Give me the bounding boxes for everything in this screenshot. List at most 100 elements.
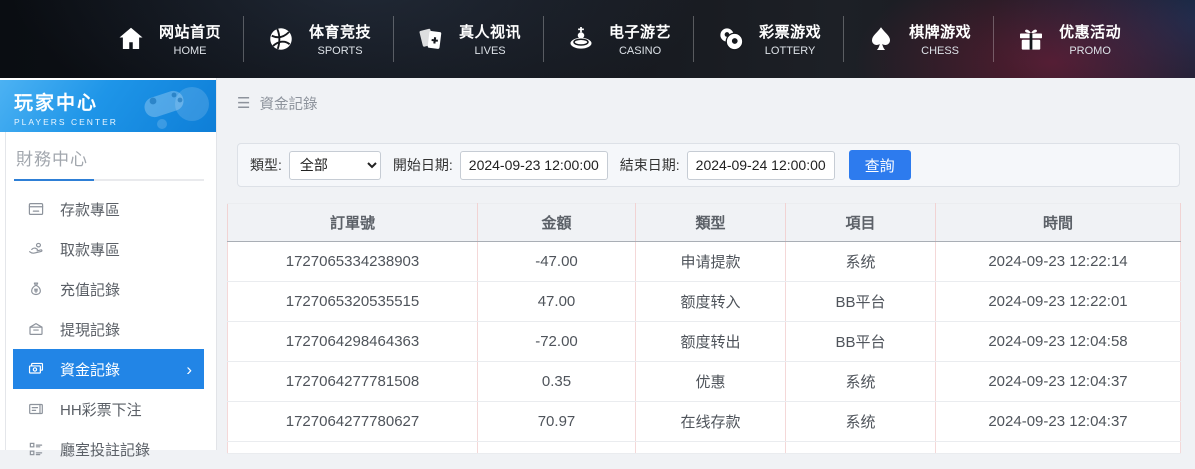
roulette-icon: [566, 24, 596, 54]
nav-item-casino[interactable]: 电子游艺 CASINO: [544, 21, 693, 57]
nav-label-en: LOTTERY: [764, 45, 816, 57]
nav-label-en: HOME: [173, 45, 207, 57]
column-header: 類型: [635, 203, 786, 242]
start-date-input[interactable]: [459, 150, 608, 180]
funds-icon: [27, 360, 45, 378]
sidebar-item-label: 充值記錄: [60, 281, 121, 299]
start-date-label: 開始日期:: [392, 157, 453, 173]
cell: 2024-09-23 12:04:58: [935, 321, 1181, 362]
nav-label-zh: 优惠活动: [1059, 24, 1122, 41]
sidebar-item-label: 提現記錄: [60, 321, 121, 339]
table-header-row: 訂單號 金額 類型 項目 時間: [227, 203, 1181, 242]
nav-label-en: CHESS: [921, 45, 960, 57]
breadcrumb-label: 資金記錄: [259, 96, 318, 113]
cell: 70.97: [477, 401, 636, 442]
cell: BB平台: [785, 321, 936, 362]
sidebar-item-label: 取款專區: [60, 241, 121, 259]
end-date-input[interactable]: [686, 150, 835, 180]
nav-item-sports[interactable]: 体育竞技 SPORTS: [244, 21, 393, 57]
nav-label-zh: 真人视讯: [459, 24, 522, 41]
nav-label-zh: 棋牌游戏: [909, 24, 972, 41]
cell: [935, 441, 1181, 454]
cell: 1727065320535515: [227, 281, 478, 322]
cell: 2024-09-23 12:04:37: [935, 401, 1181, 442]
lottery-bet-icon: [27, 400, 45, 418]
chevron-right-icon: ›: [186, 359, 192, 379]
menu-burger-icon[interactable]: ☰: [237, 94, 250, 112]
nav-label: 彩票游戏 LOTTERY: [759, 21, 821, 57]
breadcrumb: ☰ 資金記錄: [227, 91, 1180, 115]
section-title: 財務中心: [16, 150, 88, 169]
nav-label-en: LIVES: [474, 45, 506, 57]
filter-bar: 類型: 全部 開始日期: 結束日期: 查詢: [237, 143, 1180, 187]
top-navigation-bar: 网站首页 HOME 体育竞技 SPORTS 真人视讯 LIVES 电子游艺 CA…: [0, 0, 1195, 78]
cell: 优惠: [635, 361, 786, 402]
cell: 系统: [785, 241, 936, 282]
players-center-header: 玩家中心 PLAYERS CENTER: [0, 80, 216, 132]
top-nav: 网站首页 HOME 体育竞技 SPORTS 真人视讯 LIVES 电子游艺 CA…: [94, 16, 1143, 62]
nav-label-zh: 彩票游戏: [759, 24, 822, 41]
sidebar-item-funds-record[interactable]: 資金記錄 ›: [13, 349, 204, 389]
sidebar-item-withdraw-zone[interactable]: 取款專區: [13, 229, 204, 269]
table-row: 1727065320535515 47.00 额度转入 BB平台 2024-09-23 …: [227, 281, 1181, 322]
cell: [785, 441, 936, 454]
sidebar: 玩家中心 PLAYERS CENTER 財務中心 存款專區 取款專區 充值記錄 …: [0, 78, 217, 459]
section-underline: [14, 179, 204, 181]
deposit-icon: [27, 200, 45, 218]
cell: 系统: [785, 361, 936, 402]
cell: 申请提款: [635, 241, 786, 282]
table-row: 1727064298464363 -72.00 额度转出 BB平台 2024-09-23…: [227, 321, 1181, 362]
sidebar-item-hall-bet-record[interactable]: 廳室投註記錄: [13, 429, 204, 469]
sidebar-item-label: 廳室投註記錄: [60, 441, 151, 459]
sidebar-item-label: 存款專區: [60, 201, 121, 219]
sidebar-item-label: HH彩票下注: [60, 401, 142, 419]
nav-label-en: PROMO: [1069, 45, 1111, 57]
sidebar-panel: 財務中心 存款專區 取款專區 充值記錄 提現記錄 資金記錄 › HH彩票下注 廳…: [5, 132, 216, 459]
cashout-icon: [27, 320, 45, 338]
table-row: 1727064277780627 70.97 在线存款 系统 2024-09-23 12…: [227, 401, 1181, 442]
nav-item-lottery[interactable]: 彩票游戏 LOTTERY: [694, 21, 843, 57]
nav-label: 棋牌游戏 CHESS: [909, 21, 971, 57]
cell: 47.00: [477, 281, 636, 322]
column-header: 時間: [935, 203, 1181, 242]
nav-label: 真人视讯 LIVES: [459, 21, 521, 57]
cards-icon: [416, 24, 446, 54]
cell: 2024-09-23 12:04:37: [935, 361, 1181, 402]
nav-label-zh: 网站首页: [159, 24, 222, 41]
nav-item-home[interactable]: 网站首页 HOME: [94, 21, 243, 57]
type-select[interactable]: 全部: [288, 150, 381, 180]
column-header: 項目: [785, 203, 936, 242]
spade-icon: [866, 24, 896, 54]
search-button[interactable]: 查詢: [848, 150, 911, 180]
nav-label-en: SPORTS: [317, 45, 363, 57]
cell: BB平台: [785, 281, 936, 322]
cell: 1727064277780627: [227, 401, 478, 442]
table-row: 1727065334238903 -47.00 申请提款 系统 2024-09-23 1…: [227, 241, 1181, 282]
cell: 0.35: [477, 361, 636, 402]
cell: 2024-09-23 12:22:01: [935, 281, 1181, 322]
hall-bet-icon: [27, 440, 45, 458]
nav-item-chess[interactable]: 棋牌游戏 CHESS: [844, 21, 993, 57]
sports-icon: [266, 24, 296, 54]
column-header: 金額: [477, 203, 636, 242]
sidebar-item-hh-lottery-bet[interactable]: HH彩票下注: [13, 389, 204, 429]
nav-label: 优惠活动 PROMO: [1059, 21, 1121, 57]
gift-icon: [1016, 24, 1046, 54]
cell: 1727064277781508: [227, 361, 478, 402]
lottery-icon: [716, 24, 746, 54]
sidebar-menu: 存款專區 取款專區 充值記錄 提現記錄 資金記錄 › HH彩票下注 廳室投註記錄: [6, 185, 216, 469]
cell: 1727065334238903: [227, 241, 478, 282]
nav-item-promo[interactable]: 优惠活动 PROMO: [994, 21, 1143, 57]
cell: 额度转入: [635, 281, 786, 322]
recharge-icon: [27, 280, 45, 298]
sidebar-item-recharge-record[interactable]: 充值記錄: [13, 269, 204, 309]
table-body: 1727065334238903 -47.00 申请提款 系统 2024-09-23 1…: [227, 241, 1181, 454]
end-date-label: 結束日期:: [619, 157, 680, 173]
cell: 2024-09-23 12:22:14: [935, 241, 1181, 282]
cell: 在线存款: [635, 401, 786, 442]
nav-label: 体育竞技 SPORTS: [309, 21, 371, 57]
sidebar-item-deposit-zone[interactable]: 存款專區: [13, 189, 204, 229]
sidebar-item-cashout-record[interactable]: 提現記錄: [13, 309, 204, 349]
nav-label-en: CASINO: [618, 45, 662, 57]
nav-item-lives[interactable]: 真人视讯 LIVES: [394, 21, 543, 57]
